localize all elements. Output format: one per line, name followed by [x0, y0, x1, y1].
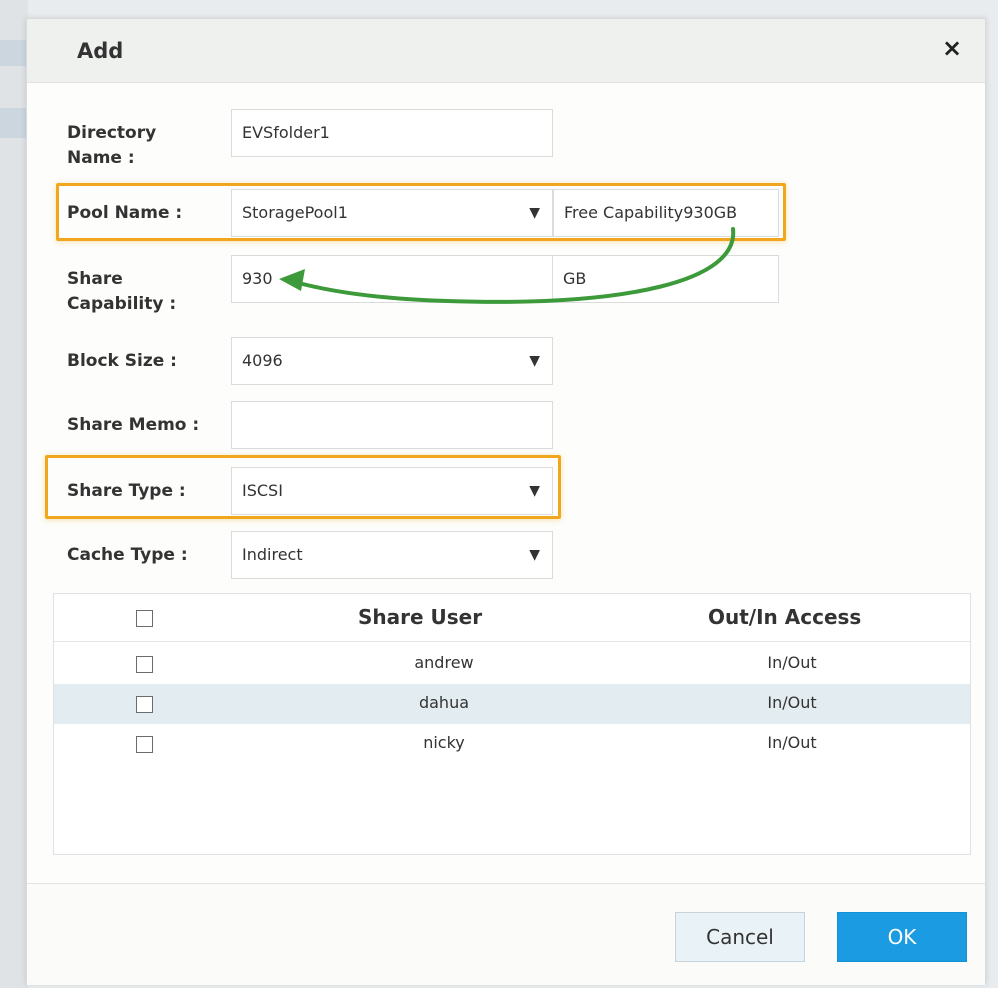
cancel-button[interactable]: Cancel [675, 912, 805, 962]
share-type-value: ISCSI [242, 481, 283, 500]
share-capability-unit-box: GB [553, 255, 779, 303]
share-memo-input[interactable] [231, 401, 553, 449]
share-type-label: Share Type : [67, 481, 186, 501]
share-user-cell: nicky [423, 733, 465, 752]
row-checkbox[interactable] [136, 696, 153, 713]
free-capability-text: Free Capability930GB [564, 203, 738, 222]
access-cell: In/Out [767, 733, 817, 752]
access-cell: In/Out [767, 693, 817, 712]
pool-name-value: StoragePool1 [242, 203, 348, 222]
share-capability-label: Share Capability : [67, 269, 177, 314]
column-header-access: Out/In Access [708, 605, 862, 629]
background-band [0, 108, 28, 138]
free-capability-box: Free Capability930GB [553, 189, 779, 237]
share-type-select[interactable]: ISCSI ▼ [231, 467, 553, 515]
dialog-title: Add [77, 39, 124, 63]
access-cell: In/Out [767, 653, 817, 672]
chevron-down-icon: ▼ [529, 483, 540, 499]
cache-type-select[interactable]: Indirect ▼ [231, 531, 553, 579]
share-capability-value: 930 [242, 269, 273, 288]
share-user-table: Share User Out/In Access andrew In/Out d… [53, 593, 971, 855]
table-row[interactable]: nicky In/Out [54, 724, 970, 764]
chevron-down-icon: ▼ [529, 205, 540, 221]
block-size-value: 4096 [242, 351, 283, 370]
add-dialog: Add × Directory Name : EVSfolder1 Pool N… [26, 18, 986, 985]
dialog-footer: Cancel OK [27, 883, 985, 985]
table-row[interactable]: dahua In/Out [54, 684, 970, 724]
share-user-cell: andrew [414, 653, 474, 672]
close-button[interactable]: × [937, 33, 967, 63]
share-memo-label: Share Memo : [67, 415, 200, 435]
share-capability-unit: GB [563, 269, 587, 288]
directory-name-value: EVSfolder1 [242, 123, 330, 142]
dialog-header: Add × [27, 19, 985, 83]
row-checkbox[interactable] [136, 736, 153, 753]
background-page [0, 0, 28, 988]
share-user-cell: dahua [418, 693, 470, 712]
block-size-label: Block Size : [67, 351, 177, 371]
cache-type-value: Indirect [242, 545, 303, 564]
pool-name-select[interactable]: StoragePool1 ▼ [231, 189, 553, 237]
pool-name-label: Pool Name : [67, 203, 183, 223]
block-size-select[interactable]: 4096 ▼ [231, 337, 553, 385]
table-row[interactable]: andrew In/Out [54, 644, 970, 684]
column-header-share-user: Share User [358, 605, 483, 629]
share-capability-input[interactable]: 930 [231, 255, 553, 303]
directory-name-label: Directory Name : [67, 123, 157, 168]
chevron-down-icon: ▼ [529, 353, 540, 369]
chevron-down-icon: ▼ [529, 547, 540, 563]
select-all-checkbox[interactable] [136, 610, 153, 627]
cache-type-label: Cache Type : [67, 545, 188, 565]
close-icon: × [941, 34, 963, 62]
background-band [0, 40, 28, 66]
directory-name-input[interactable]: EVSfolder1 [231, 109, 553, 157]
table-header: Share User Out/In Access [54, 594, 970, 642]
row-checkbox[interactable] [136, 656, 153, 673]
ok-button[interactable]: OK [837, 912, 967, 962]
